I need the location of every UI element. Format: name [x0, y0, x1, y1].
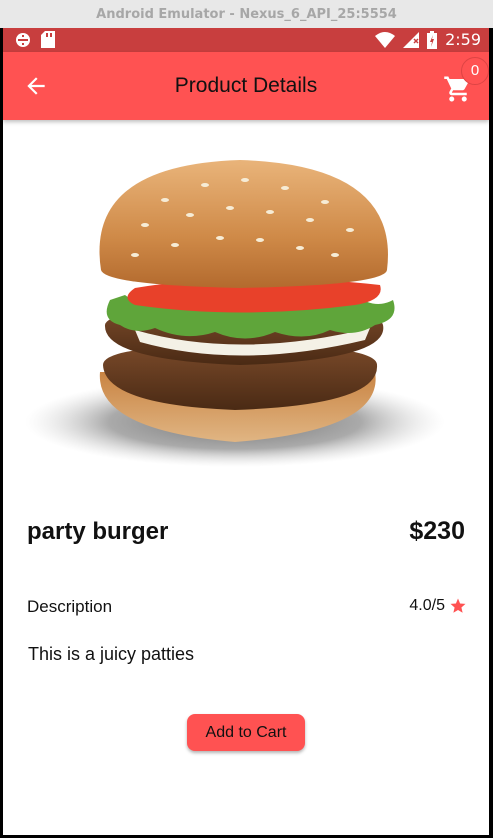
signal-icon: [403, 32, 420, 48]
sync-icon: [16, 32, 30, 47]
cart-count-badge: 0: [461, 57, 489, 85]
star-icon: [450, 598, 466, 613]
wifi-icon: [375, 32, 396, 48]
add-to-cart-button[interactable]: Add to Cart: [187, 714, 305, 751]
product-name: party burger: [27, 518, 169, 545]
rating-value: 4.0/5: [409, 597, 445, 614]
product-price: $230: [409, 517, 465, 545]
status-bar: 2:59: [3, 28, 489, 52]
app-bar: Product Details 0: [3, 52, 489, 120]
description-text: This is a juicy patties: [28, 644, 195, 664]
sd-card-icon: [41, 31, 55, 48]
rating: 4.0/5: [409, 597, 467, 615]
page-title: Product Details: [174, 74, 318, 97]
battery-icon: [427, 31, 438, 49]
device-screen: 2:59 Product Details 0 party burger $230…: [3, 28, 489, 835]
emulator-title: Android Emulator - Nexus_6_API_25:5554: [96, 7, 397, 22]
emulator-title-bar: Android Emulator - Nexus_6_API_25:5554: [0, 0, 493, 28]
burger-image: [25, 160, 445, 467]
description-label: Description: [27, 597, 113, 616]
status-time: 2:59: [445, 30, 481, 49]
